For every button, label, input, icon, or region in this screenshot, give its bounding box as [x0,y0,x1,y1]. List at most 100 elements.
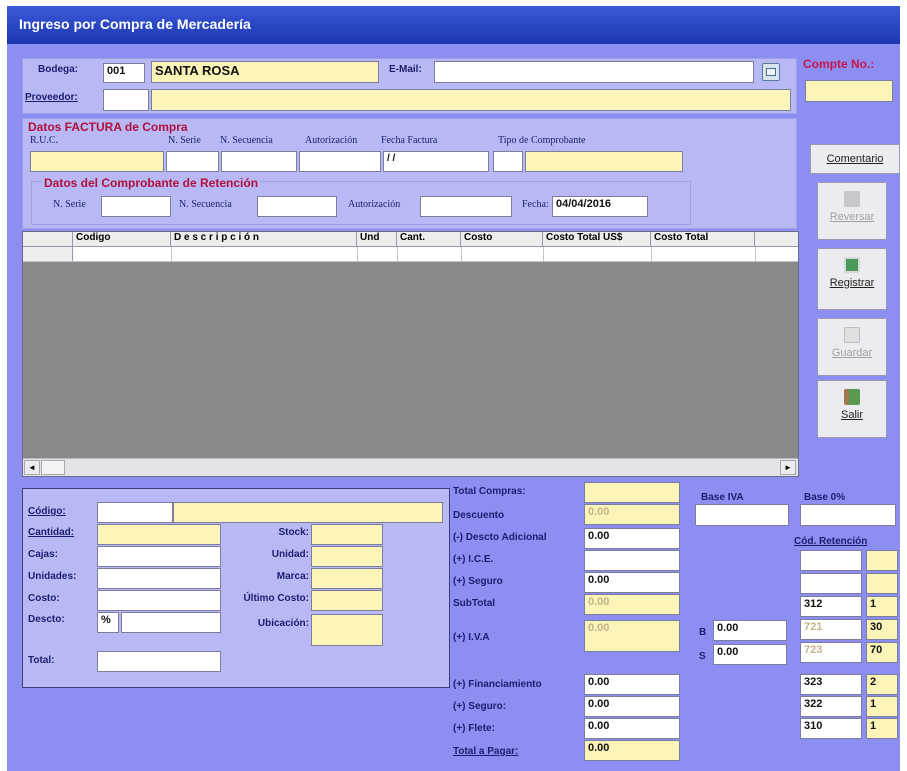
seguro2-label: (+) Seguro: [453,701,507,712]
factura-serie-field[interactable] [166,151,219,172]
ret-pct-3[interactable]: 30 [866,619,898,640]
bodega-code-field[interactable]: 001 [103,63,145,83]
ruc-field[interactable] [30,151,164,172]
flete-label: (+) Flete: [453,723,495,734]
subtotal-field[interactable]: 0.00 [584,594,680,615]
proveedor-code-field[interactable] [103,89,149,111]
col-costo-total[interactable]: Costo Total [651,232,755,247]
base-0-field[interactable] [800,504,896,526]
ret-pct-2[interactable]: 1 [866,596,898,617]
retencion-serie-field[interactable] [101,196,171,217]
factura-secuencia-field[interactable] [221,151,297,172]
total-pagar-field[interactable]: 0.00 [584,740,680,761]
compte-field[interactable] [805,80,893,102]
retencion-autorizacion-field[interactable] [420,196,512,217]
ret-pct-7[interactable]: 1 [866,718,898,739]
col-und[interactable]: Und [357,232,397,247]
descto-adicional-field[interactable]: 0.00 [584,528,680,549]
col-descripcion[interactable]: D e s c r i p c i ó n [171,232,357,247]
col-costo[interactable]: Costo [461,232,543,247]
unidad-field[interactable] [311,546,383,567]
costo-field[interactable] [97,590,221,611]
ret-code-2[interactable]: 312 [800,596,862,617]
col-cant[interactable]: Cant. [397,232,461,247]
seguro-field[interactable]: 0.00 [584,572,680,593]
ultimo-costo-field[interactable] [311,590,383,611]
unidades-field[interactable] [97,568,221,589]
window-title: Ingreso por Compra de Mercadería [19,16,251,32]
retencion-fecha-field[interactable]: 04/04/2016 [552,196,648,217]
ret-code-1[interactable] [800,573,862,594]
salir-button[interactable]: Salir [817,380,887,438]
cantidad-field[interactable] [97,524,221,545]
seguro2-field[interactable]: 0.00 [584,696,680,717]
s-value-field[interactable]: 0.00 [713,644,787,665]
total-compras-label: Total Compras: [453,486,526,497]
horizontal-scrollbar[interactable]: ◄ ► [23,458,798,476]
iva-field[interactable]: 0.00 [584,620,680,652]
ubicacion-field[interactable] [311,614,383,646]
stock-field[interactable] [311,524,383,545]
codigo-field[interactable] [97,502,173,523]
marca-field[interactable] [311,568,383,589]
ubicacion-label: Ubicación: [257,618,309,629]
retencion-secuencia-field[interactable] [257,196,337,217]
scroll-right-button[interactable]: ► [780,460,796,475]
reversar-button[interactable]: Reversar [817,182,887,240]
comentario-button[interactable]: Comentario [810,144,900,174]
ret-code-6[interactable]: 322 [800,696,862,717]
registrar-icon [844,257,860,273]
ret-pct-6[interactable]: 1 [866,696,898,717]
title-bar: Ingreso por Compra de Mercadería [7,6,900,44]
total-compras-field[interactable] [584,482,680,503]
descto-percent-field[interactable]: % [97,612,119,633]
ice-field[interactable] [584,550,680,571]
factura-fecha-field[interactable]: / / [383,151,489,172]
row-selector[interactable] [23,247,73,261]
retencion-section-title: Datos del Comprobante de Retención [42,176,261,190]
email-field[interactable] [434,61,754,83]
factura-section-title: Datos FACTURA de Compra [28,120,188,134]
scroll-thumb[interactable] [41,460,65,475]
total-field[interactable] [97,651,221,672]
ret-code-4[interactable]: 723 [800,642,862,663]
retencion-secuencia-label: N. Secuencia [179,199,232,210]
scroll-left-button[interactable]: ◄ [24,460,40,475]
ret-code-7[interactable]: 310 [800,718,862,739]
bodega-name-field[interactable]: SANTA ROSA [151,61,379,83]
descto-field[interactable] [121,612,221,633]
guardar-button[interactable]: Guardar [817,318,887,376]
ret-pct-4[interactable]: 70 [866,642,898,663]
ret-pct-1[interactable] [866,573,898,594]
marca-label: Marca: [276,571,309,582]
registrar-button[interactable]: Registrar [817,248,887,310]
b-value-field[interactable]: 0.00 [713,620,787,641]
tipo-comprobante-field[interactable] [525,151,683,172]
ret-code-0[interactable] [800,550,862,571]
ret-pct-0[interactable] [866,550,898,571]
ret-code-5[interactable]: 323 [800,674,862,695]
stock-label: Stock: [278,527,309,538]
codigo-desc-field[interactable] [173,502,443,523]
reversar-label: Reversar [829,211,875,223]
descuento-field[interactable]: 0.00 [584,504,680,525]
tipo-comprobante-code-field[interactable] [493,151,523,172]
ret-code-3[interactable]: 721 [800,619,862,640]
cajas-field[interactable] [97,546,221,567]
salir-icon [844,389,860,405]
factura-autorizacion-field[interactable] [299,151,381,172]
financiamiento-field[interactable]: 0.00 [584,674,680,695]
grid-row[interactable] [23,247,798,262]
proveedor-name-field[interactable] [151,89,791,111]
seguro-label: (+) Seguro [453,576,503,587]
base-iva-field[interactable] [695,504,789,526]
items-grid[interactable]: Codigo D e s c r i p c i ó n Und Cant. C… [22,231,799,477]
email-send-icon[interactable] [762,63,780,81]
ret-pct-5[interactable]: 2 [866,674,898,695]
flete-field[interactable]: 0.00 [584,718,680,739]
col-codigo[interactable]: Codigo [73,232,171,247]
iva-label: (+) I.V.A [453,632,490,643]
email-label: E-Mail: [389,64,422,75]
col-costo-total-usd[interactable]: Costo Total US$ [543,232,651,247]
tipo-comprobante-label: Tipo de Comprobante [498,135,586,146]
